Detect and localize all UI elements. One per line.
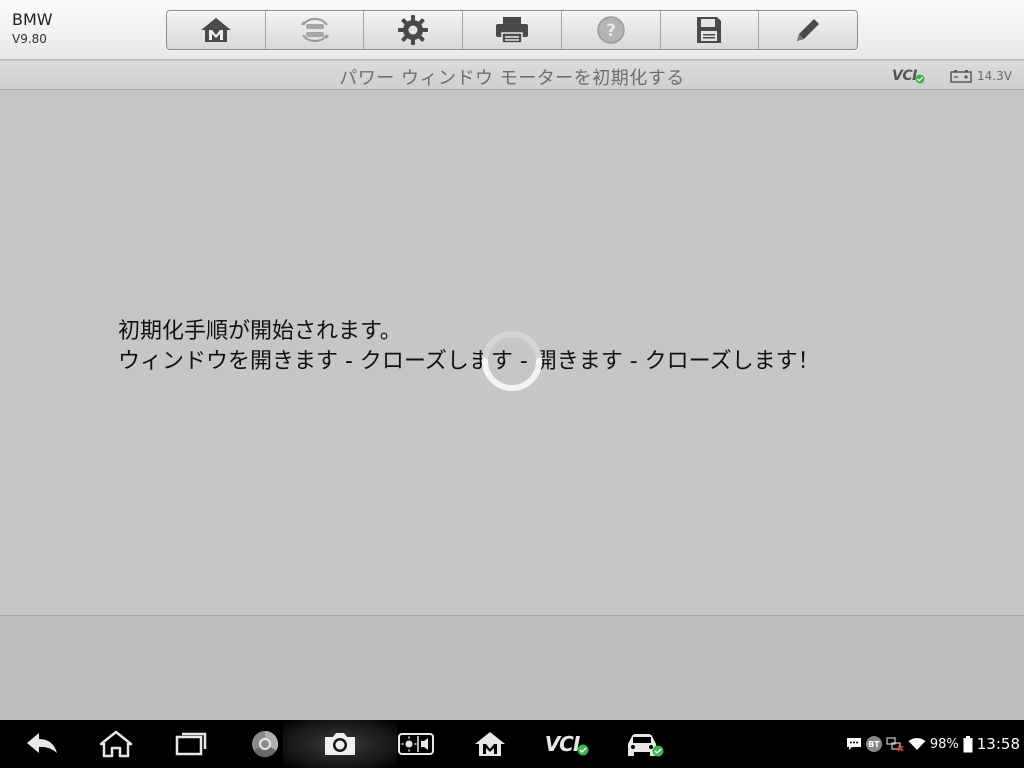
system-nav-bar: VCI BT 98% 13:58 [0,720,1024,768]
system-status-area: BT 98% 13:58 [846,720,1020,768]
footer-area [0,615,1024,720]
recent-apps-button[interactable] [171,720,211,768]
brightness-volume-icon [398,733,434,755]
message-notification-icon [846,738,861,750]
browser-app-button[interactable] [245,720,285,768]
back-button[interactable] [22,720,62,768]
home-button[interactable] [167,11,266,49]
page-title-bar: パワー ウィンドウ モーターを初期化する VCI 14.3V [0,61,1024,90]
network-disconnected-icon [886,737,904,752]
settings-button[interactable] [364,11,464,49]
car-battery-icon [950,70,972,83]
brand-block: BMW V9.80 [12,10,53,48]
connected-check-icon [577,744,589,756]
save-button[interactable] [661,11,760,49]
system-clock: 13:58 [976,735,1020,753]
svg-text:?: ? [606,21,616,41]
vcl-label: VCI [892,68,917,84]
home-m-icon [475,732,505,756]
home-icon [99,730,133,758]
vehicle-nav-button[interactable] [622,720,666,768]
gear-icon [398,15,429,45]
car-connected-icon [628,734,664,757]
home-m-icon [200,18,231,42]
back-arrow-icon [27,733,57,753]
display-settings-button[interactable] [396,720,436,768]
recent-apps-icon [175,732,207,756]
loading-spinner-icon [482,331,542,391]
top-toolbar: BMW V9.80 ? [0,0,1024,60]
vcl-connection-status: VCI [892,67,925,85]
help-icon: ? [596,16,625,44]
battery-icon [963,735,973,752]
print-button[interactable] [463,11,562,49]
status-message-line1: 初期化手順が開始されます。 [118,319,402,344]
home-nav-button[interactable] [96,720,136,768]
vcl-nav-label: VCI [544,732,581,756]
printer-icon [496,17,529,44]
brand-name: BMW [12,10,53,29]
floppy-disk-icon [697,17,722,43]
battery-percent: 98% [929,736,959,752]
help-button[interactable]: ? [562,11,661,49]
edit-button[interactable] [759,11,857,49]
toolbar-button-group: ? [166,10,858,50]
battery-voltage: 14.3V [977,69,1012,83]
camera-button[interactable] [320,720,360,768]
chrome-browser-icon [252,730,279,758]
connected-check-icon [915,74,925,84]
camera-icon [325,733,355,755]
app-version: V9.80 [12,32,47,46]
wifi-icon [908,738,926,750]
bluetooth-badge: BT [865,736,882,752]
pencil-icon [797,19,820,41]
vehicle-swap-button[interactable] [266,11,365,49]
maxisys-app-button[interactable] [470,720,510,768]
vehicle-swap-icon [300,17,329,43]
page-title: パワー ウィンドウ モーターを初期化する [339,68,685,89]
vehicle-battery-status: 14.3V [950,67,1012,85]
status-message-line2: ウィンドウを開きます - クローズします - 開きます - クローズします！ [118,349,820,374]
main-content: 初期化手順が開始されます。 ウィンドウを開きます - クローズします - 開きま… [0,91,1024,615]
vcl-nav-button[interactable]: VCI [543,720,591,768]
status-message: 初期化手順が開始されます。 ウィンドウを開きます - クローズします - 開きま… [118,317,820,377]
